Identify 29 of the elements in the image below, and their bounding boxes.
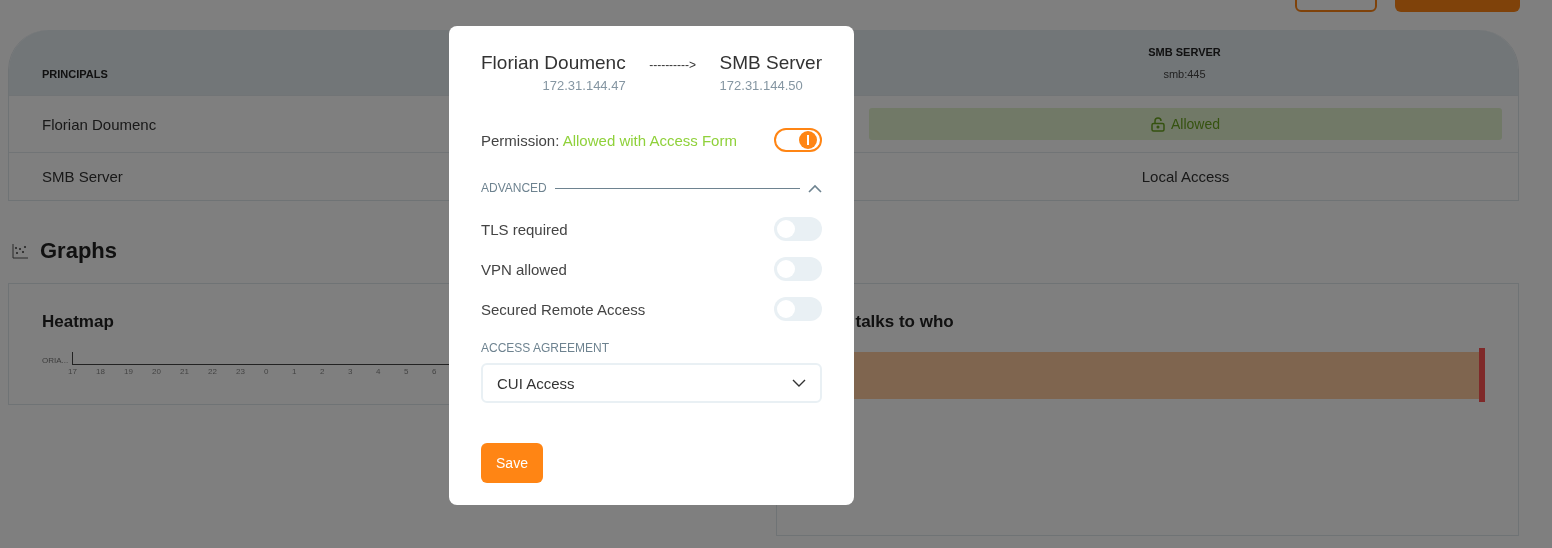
source-name: Florian Doumenc bbox=[481, 52, 626, 74]
allowed-badge: Allowed bbox=[869, 108, 1502, 140]
target-name: SMB Server bbox=[719, 52, 822, 74]
advanced-label: ADVANCED bbox=[481, 181, 547, 195]
agreement-select[interactable]: CUI Access bbox=[481, 363, 822, 403]
unlock-icon bbox=[1151, 116, 1165, 132]
option-label: Secured Remote Access bbox=[481, 300, 646, 318]
chevron-up-icon[interactable] bbox=[808, 183, 822, 193]
axis-label: ORIA... bbox=[42, 356, 66, 365]
permission-text: Permission: Allowed with Access Form bbox=[481, 131, 737, 149]
column-header: SMB SERVER bbox=[1148, 45, 1221, 58]
principal-name: Florian Doumenc bbox=[42, 115, 157, 133]
chevron-down-icon bbox=[792, 379, 806, 387]
field-label: ACCESS AGREEMENT bbox=[481, 341, 611, 355]
principal-name: SMB Server bbox=[42, 168, 123, 185]
toggle-switch[interactable] bbox=[774, 128, 822, 152]
flow-marker bbox=[1479, 348, 1485, 402]
column-subtitle: smb:445 bbox=[1163, 67, 1206, 80]
source-ip: 172.31.144.47 bbox=[542, 78, 626, 93]
option-label: VPN allowed bbox=[481, 260, 567, 278]
access-text: Local Access bbox=[1141, 168, 1230, 185]
scatter-chart-icon bbox=[12, 243, 28, 259]
option-label: TLS required bbox=[481, 220, 568, 238]
column-header: PRINCIPALS bbox=[42, 68, 108, 80]
card-title: talks to who bbox=[855, 312, 955, 332]
section-title: Graphs bbox=[40, 238, 118, 264]
arrow-text: ----------> bbox=[649, 58, 697, 72]
card-title: Heatmap bbox=[42, 312, 115, 332]
target-ip: 172.31.144.50 bbox=[719, 78, 803, 93]
